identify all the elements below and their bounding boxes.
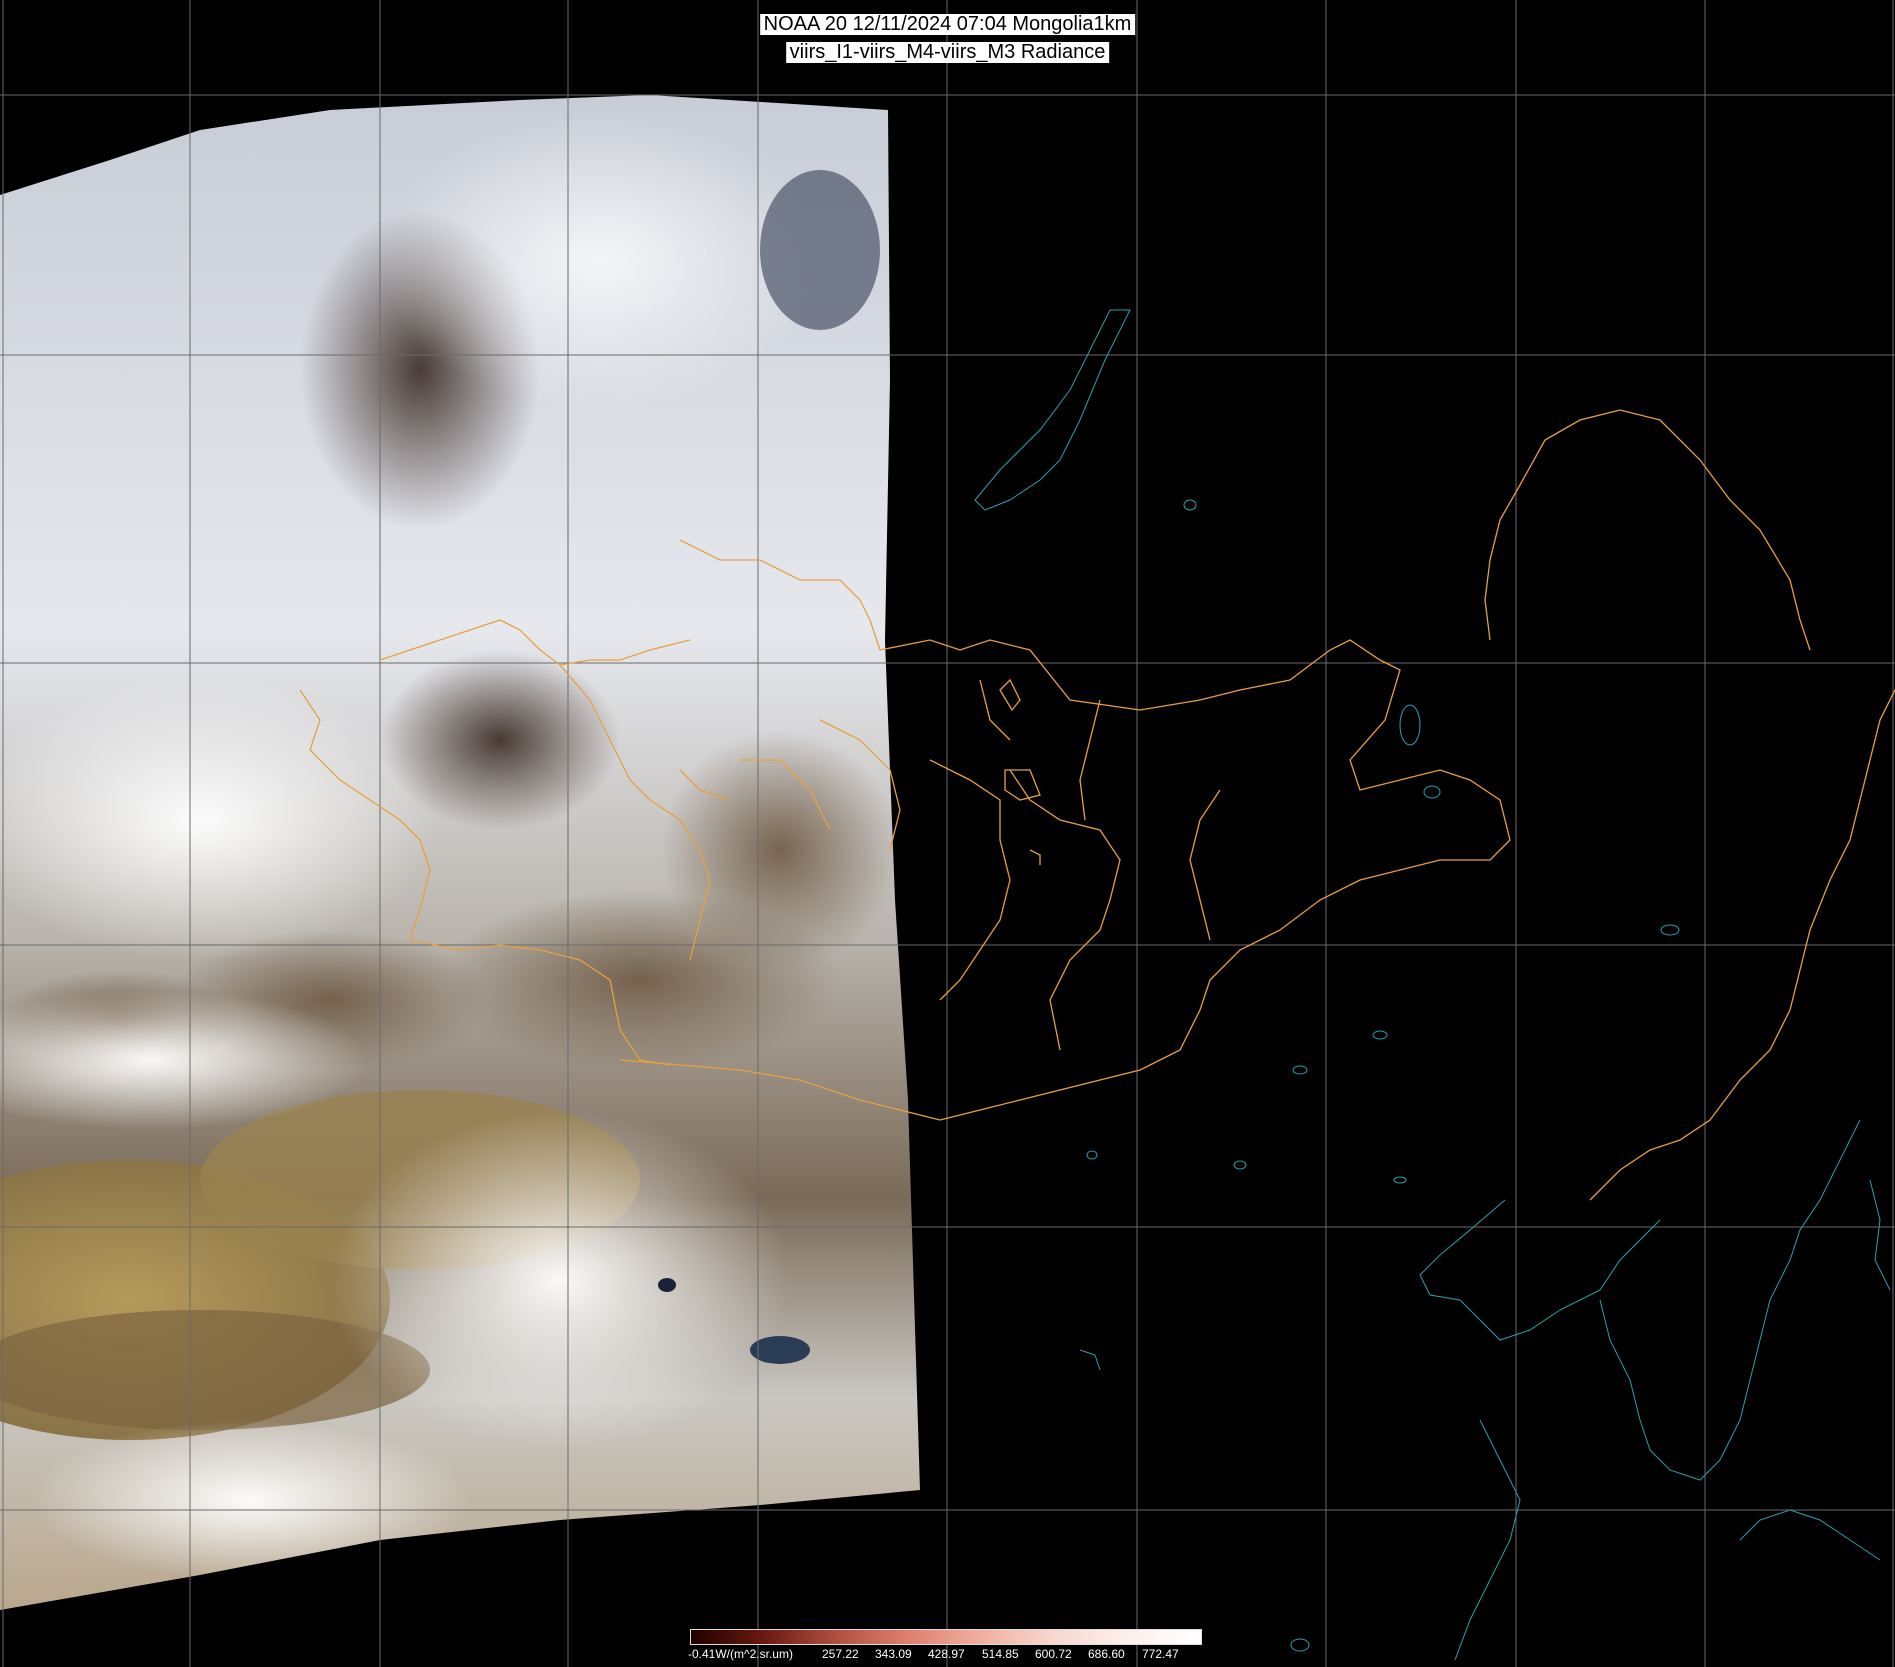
title-line-2: viirs_I1-viirs_M4-viirs_M3 Radiance — [785, 42, 1110, 63]
title-line-1: NOAA 20 12/11/2024 07:04 Mongolia1km — [759, 14, 1136, 35]
colorbar-label-7: 772.47 — [1142, 1647, 1179, 1661]
colorbar-label-6: 686.60 — [1088, 1647, 1125, 1661]
satellite-map — [0, 0, 1895, 1667]
colorbar-label-2: 343.09 — [875, 1647, 912, 1661]
colorbar-label-3: 428.97 — [928, 1647, 965, 1661]
image-swath — [0, 95, 920, 1610]
colorbar-label-4: 514.85 — [982, 1647, 1019, 1661]
colorbar-label-1: 257.22 — [822, 1647, 859, 1661]
colorbar-label-0: -0.41W/(m^2.sr.um) — [688, 1647, 793, 1661]
colorbar: -0.41W/(m^2.sr.um) 257.22 343.09 428.97 … — [688, 1629, 1202, 1667]
colorbar-label-5: 600.72 — [1035, 1647, 1072, 1661]
colorbar-gradient — [690, 1629, 1202, 1645]
